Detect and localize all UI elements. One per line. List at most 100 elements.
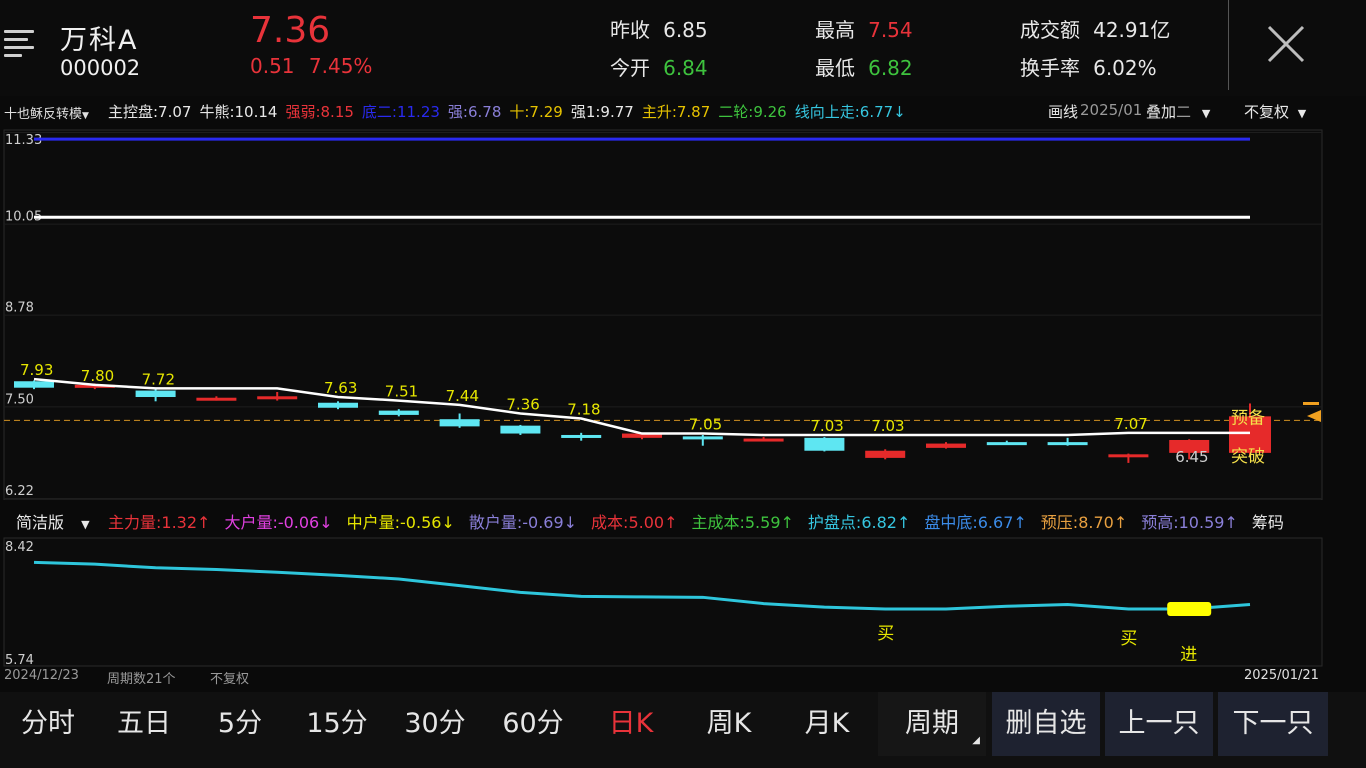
candle-body [986,442,1027,446]
indicator-value: 大户量:-0.06↓ [224,513,333,532]
indicator-value: 预压:8.70↑ [1040,513,1128,532]
indicator-value: 强:6.78 [447,103,502,121]
stat-open: 今开 6.84 [610,56,708,80]
tab-five-day[interactable]: 五日 [96,692,192,756]
stat-turnover-rate: 换手率 6.02% [1020,56,1157,80]
indicator-value: 散户量:-0.69↓ [468,513,578,532]
dropdown-icon: ▼ [82,111,89,121]
candle-body [318,402,358,408]
indicator-value: 中户量:-0.56↓ [346,513,455,532]
y-axis-label: 6.22 [5,484,34,499]
candle-label: 7.44 [446,387,479,405]
indicator-value: 主控盘:7.07 [108,103,192,121]
tab-daily-k[interactable]: 日K [582,692,680,756]
candle-body [196,397,237,401]
candle-label: 7.93 [20,361,53,379]
candle-label: 7.03 [810,417,843,435]
candle-body [926,443,966,448]
sub-indicator-chart[interactable]: 8.42 5.74 买 买进 [0,532,1366,692]
stock-name: 万科A [60,25,139,56]
candle-body [439,419,480,427]
overlay-button[interactable]: 叠加二 ▼ [1146,101,1210,122]
draw-line-button[interactable]: 画线 [1048,101,1078,122]
tab-60min[interactable]: 60分 [484,692,582,756]
y-axis-label: 7.50 [5,392,34,407]
indicator-value: 牛熊:10.14 [199,103,278,121]
indicator-value: 强1:9.77 [570,103,634,121]
candle-body [804,437,845,451]
candle-label: 7.80 [81,367,114,385]
tab-intraday[interactable]: 分时 [0,692,96,756]
period-count: 周期数21个 [107,672,176,687]
candle-label: 7.07 [1114,415,1147,433]
start-date: 2024/12/23 [4,668,79,683]
candle-body [561,434,602,438]
tab-15min[interactable]: 15分 [288,692,386,756]
period-select[interactable]: 周期 ◢ [878,692,986,756]
indicator-value: 底二:11.23 [361,103,440,121]
quote-header: 万科A 000002 7.36 0.51 7.45% 昨收 6.85 今开 6.… [0,0,1366,96]
price-change: 0.51 7.45% [250,54,372,78]
chart-date-label: 2025/01 [1080,101,1143,119]
tab-weekly-k[interactable]: 周K [680,692,778,756]
sub-axis-top: 8.42 [5,540,34,555]
buy-label: 买 [1120,629,1137,649]
buy-marker [1167,601,1212,616]
indicator-value: 线向上走:6.77↓ [794,103,906,121]
change-percent: 7.45% [308,54,373,78]
candle-body [378,410,419,415]
adjust-label: 不复权 [210,672,250,687]
dropdown-icon: ▼ [81,518,90,531]
close-icon [1267,25,1305,63]
remove-watchlist-button[interactable]: 删自选 [992,692,1100,756]
candle-body [14,381,54,388]
candle-label: 7.05 [689,416,722,434]
indicator-value: 筹码 [1251,513,1284,532]
candle-label: 7.63 [324,379,357,397]
indicator-value: 强弱:8.15 [285,103,354,121]
indicator-values: 主控盘:7.07 牛熊:10.14 强弱:8.15 底二:11.23 强:6.78 十:7… [108,101,914,122]
sub-indicator-values: 主力量:1.32↑ 大户量:-0.06↓ 中户量:-0.56↓ 散户量:-0.69↓ 成… [108,509,1298,533]
candle-label: 7.51 [385,383,418,401]
indicator-value: 主力量:1.32↑ [108,513,211,532]
menu-icon[interactable] [4,30,34,57]
end-date: 2025/01/21 [1244,668,1319,683]
indicator-selector[interactable]: 十也稣反转模▼ [4,103,89,122]
candle-body [500,425,541,434]
stat-turnover-amount: 成交额 42.91亿 [1020,18,1171,42]
candle-body [743,438,784,442]
corner-icon: ◢ [972,735,980,746]
tab-30min[interactable]: 30分 [386,692,484,756]
stat-high: 最高 7.54 [815,18,913,42]
previous-stock-button[interactable]: 上一只 [1105,692,1213,756]
adjust-select[interactable]: 不复权 ▼ [1244,101,1306,122]
close-button[interactable] [1228,0,1339,90]
candle-body [135,390,176,398]
candle-body [1108,454,1149,458]
indicator-value: 盘中底:6.67↑ [924,513,1027,532]
candle-body [865,450,906,458]
stat-prev-close: 昨收 6.85 [610,18,708,42]
indicator-value: 二轮:9.26 [718,103,787,121]
indicator-value: 十:7.29 [509,103,563,121]
signal-breakout: 突破 [1231,447,1265,467]
indicator-value: 预高:10.59↑ [1141,513,1238,532]
y-axis-label: 8.78 [5,301,34,316]
indicator-value: 主成本:5.59↑ [691,513,794,532]
kline-chart[interactable]: 11.3310.058.787.506.227.93 7.80 7.72 7.63 7.… [0,125,1366,500]
indicator-value: 护盘点:6.82↑ [807,513,911,532]
candle-label: 7.18 [567,400,600,418]
period-nav: 分时 五日 5分 15分 30分 60分 日K 周K 月K 周期 ◢ 删自选 上… [0,692,1366,768]
candle-label: 7.03 [871,417,904,435]
next-stock-button[interactable]: 下一只 [1218,692,1328,756]
candle-body [257,396,298,400]
indicator-value: 主升:7.87 [641,103,711,121]
enter-label: 进 [1180,645,1197,665]
candle-body [1047,442,1088,446]
sub-mode-select[interactable]: 简洁版 ▼ [16,509,90,533]
tab-5min[interactable]: 5分 [192,692,288,756]
current-price: 7.36 [250,10,331,51]
indicator-value: 成本:5.00↑ [591,513,678,532]
dropdown-icon: ▼ [1201,107,1211,120]
tab-monthly-k[interactable]: 月K [778,692,876,756]
